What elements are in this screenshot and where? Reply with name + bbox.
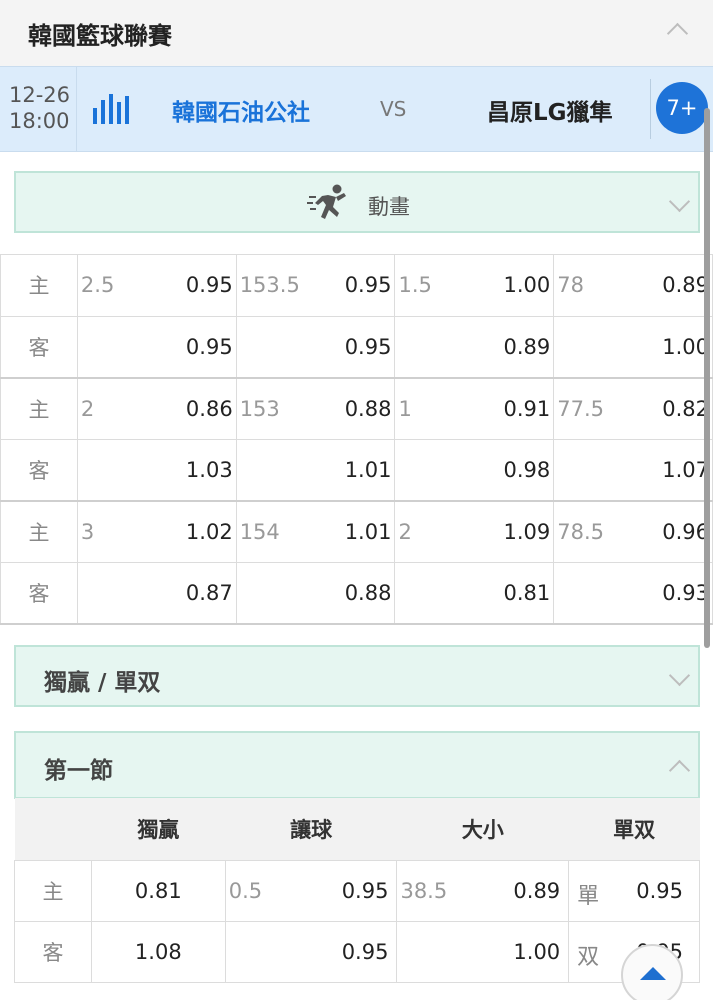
table-row: 客 1.08 0.95 1.00 双0.95 xyxy=(14,920,700,983)
moneyline-section-bar[interactable]: 獨贏 / 單双 xyxy=(14,645,700,707)
column-header xyxy=(14,798,92,861)
first-quarter-section-bar[interactable]: 第一節 xyxy=(14,731,700,799)
odds-cell[interactable]: 153.5 0.95 xyxy=(235,254,396,317)
section-title: 第一節 xyxy=(44,758,113,784)
odds-cell[interactable]: 2 1.09 xyxy=(394,500,555,563)
side-label: 主 xyxy=(0,254,78,317)
table-row: 主 2 0.86 153 0.88 1 0.91 77.5 0.82 xyxy=(0,377,713,440)
home-team-name: 韓國石油公社 xyxy=(172,100,310,126)
table-header-row: 獨贏 讓球 大小 單双 xyxy=(14,798,700,861)
odds-cell[interactable]: 0.88 xyxy=(235,561,396,625)
column-header: 大小 xyxy=(396,798,569,861)
odds-cell[interactable]: 1.5 1.00 xyxy=(394,254,555,317)
more-markets-badge[interactable]: 7+ xyxy=(656,82,708,134)
match-hour: 18:00 xyxy=(9,109,70,133)
moneyline-odds[interactable]: 0.81 xyxy=(90,859,226,922)
odds-cell[interactable]: 1.01 xyxy=(235,438,396,502)
side-label: 客 xyxy=(0,561,78,625)
odds-cell[interactable]: 0.93 xyxy=(553,561,713,625)
odds-cell[interactable]: 3 1.02 xyxy=(76,500,237,563)
odds-cell[interactable]: 0.95 xyxy=(224,920,398,983)
odds-cell[interactable]: 78 0.89 xyxy=(553,254,713,317)
odds-cell[interactable]: 153 0.88 xyxy=(235,377,396,440)
odds-cell[interactable]: 2.5 0.95 xyxy=(76,254,237,317)
league-title: 韓國籃球聯賽 xyxy=(28,22,172,50)
animation-label: 動畫 xyxy=(368,195,410,219)
odds-cell[interactable]: 77.5 0.82 xyxy=(553,377,713,440)
match-date: 12-26 xyxy=(9,83,71,107)
odds-cell[interactable]: 1.00 xyxy=(396,920,570,983)
side-label: 客 xyxy=(14,920,92,983)
chevron-down-icon[interactable] xyxy=(669,195,689,215)
odds-cell[interactable]: 1 0.91 xyxy=(394,377,555,440)
scroll-to-top-button[interactable] xyxy=(621,944,683,1000)
table-row: 客 1.03 1.01 0.98 1.07 xyxy=(0,438,713,502)
odds-cell[interactable]: 0.87 xyxy=(76,561,237,625)
vs-label: VS xyxy=(380,97,407,121)
first-quarter-odds-table: 獨贏 讓球 大小 單双 主 0.81 0.5 0.95 38.5 0.89 單 0.9… xyxy=(14,798,700,983)
main-odds-table: 主 2.5 0.95 153.5 0.95 1.5 1.00 78 0.89 客 0.9… xyxy=(0,254,713,625)
match-time: 12-26 18:00 xyxy=(0,67,77,151)
odds-cell[interactable]: 0.95 xyxy=(76,315,237,379)
table-row: 主 0.81 0.5 0.95 38.5 0.89 單 0.95 xyxy=(14,859,700,922)
scrollbar[interactable] xyxy=(704,108,710,648)
scroll-top-arrow-icon xyxy=(640,967,666,980)
side-label: 主 xyxy=(0,377,78,440)
odds-cell[interactable]: 0.81 xyxy=(394,561,555,625)
chevron-up-icon[interactable] xyxy=(667,20,687,40)
table-row: 主 3 1.02 154 1.01 2 1.09 78.5 0.96 xyxy=(0,500,713,563)
column-header: 讓球 xyxy=(225,798,397,861)
divider xyxy=(650,79,651,139)
odds-cell[interactable]: 1.00 xyxy=(553,315,713,379)
away-team-name: 昌原LG獵隼 xyxy=(487,100,613,126)
odds-cell[interactable]: 0.95 xyxy=(235,315,396,379)
odds-cell[interactable]: 38.5 0.89 xyxy=(396,859,570,922)
moneyline-odds[interactable]: 1.08 xyxy=(90,920,226,983)
odds-cell[interactable]: 0.5 0.95 xyxy=(224,859,398,922)
side-label: 客 xyxy=(0,438,78,502)
odds-cell[interactable]: 0.98 xyxy=(394,438,555,502)
side-label: 主 xyxy=(14,859,92,922)
table-row: 客 0.87 0.88 0.81 0.93 xyxy=(0,561,713,625)
odds-cell[interactable]: 0.89 xyxy=(394,315,555,379)
table-row: 主 2.5 0.95 153.5 0.95 1.5 1.00 78 0.89 xyxy=(0,254,713,317)
column-header: 單双 xyxy=(568,798,700,861)
chevron-down-icon[interactable] xyxy=(669,669,689,689)
animation-section-bar[interactable]: 動畫 xyxy=(14,171,700,233)
odds-cell[interactable]: 1.03 xyxy=(76,438,237,502)
odds-cell[interactable]: 2 0.86 xyxy=(76,377,237,440)
stats-bars-icon[interactable] xyxy=(93,94,129,124)
odds-cell[interactable]: 1.07 xyxy=(553,438,713,502)
column-header: 獨贏 xyxy=(91,798,226,861)
section-title: 獨贏 / 單双 xyxy=(44,670,161,696)
match-row[interactable]: 12-26 18:00 韓國石油公社 VS 昌原LG獵隼 xyxy=(0,66,713,152)
side-label: 主 xyxy=(0,500,78,563)
odds-cell[interactable]: 154 1.01 xyxy=(235,500,396,563)
side-label: 客 xyxy=(0,315,78,379)
chevron-up-icon[interactable] xyxy=(669,757,689,777)
runner-icon xyxy=(307,184,346,219)
table-row: 客 0.95 0.95 0.89 1.00 xyxy=(0,315,713,379)
league-header[interactable]: 韓國籃球聯賽 xyxy=(0,0,713,66)
odds-cell[interactable]: 78.5 0.96 xyxy=(553,500,713,563)
odd-even-cell[interactable]: 單 0.95 xyxy=(568,859,700,922)
